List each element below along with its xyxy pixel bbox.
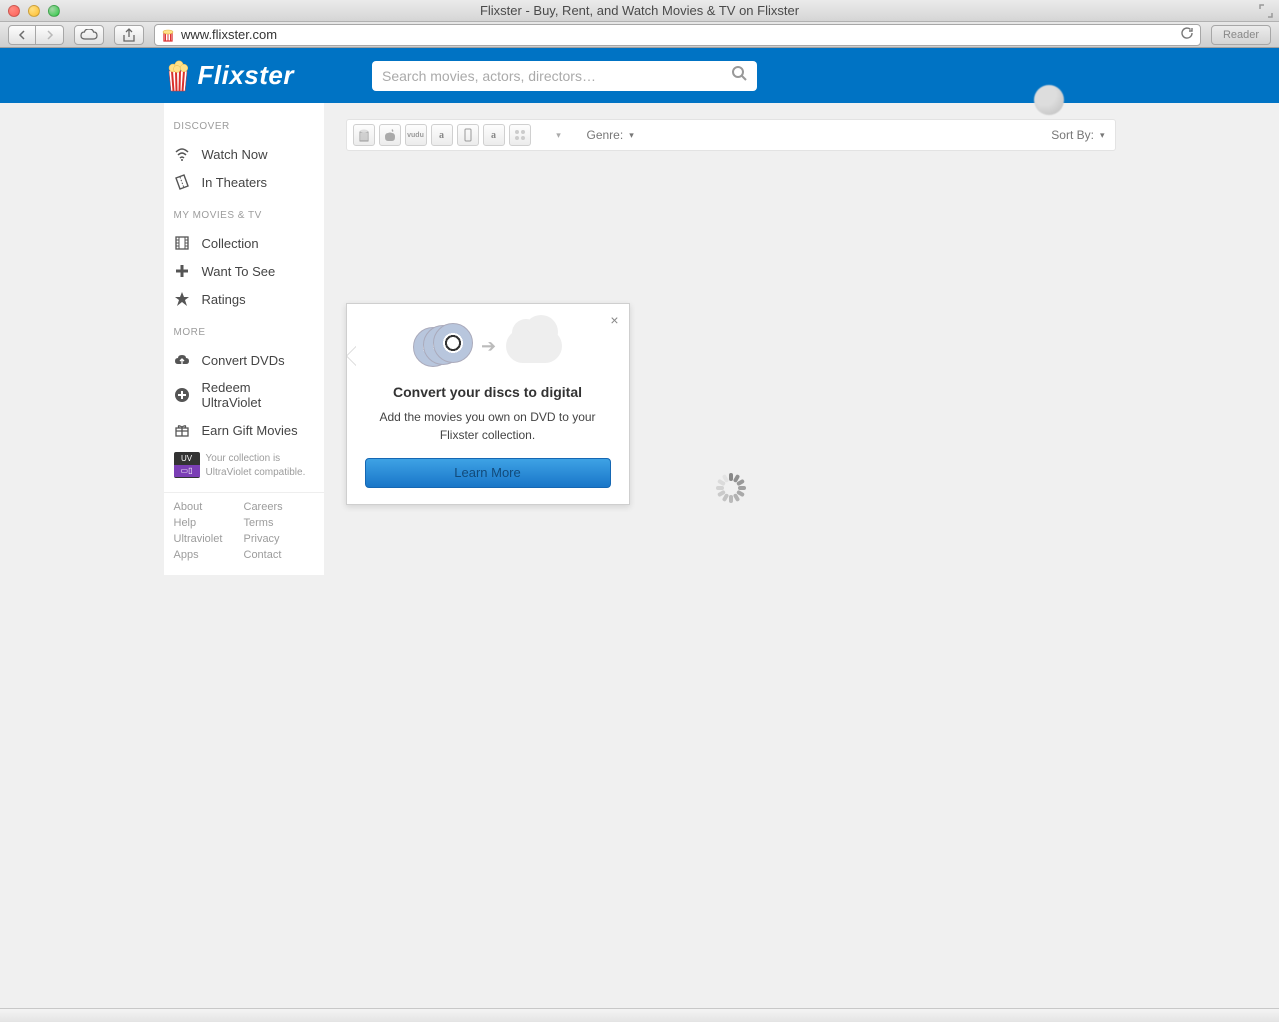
site-header: Flixster	[0, 48, 1279, 103]
search-box[interactable]	[372, 61, 757, 91]
sidebar-item-convert-dvds[interactable]: Convert DVDs	[164, 346, 324, 374]
favicon-icon	[161, 28, 175, 42]
sidebar-item-redeem-uv[interactable]: Redeem UltraViolet	[164, 374, 324, 416]
share-button[interactable]	[114, 25, 144, 45]
sidebar-item-earn-gift[interactable]: Earn Gift Movies	[164, 416, 324, 444]
footer-link-terms[interactable]: Terms	[244, 517, 314, 529]
browser-toolbar: www.flixster.com Reader	[0, 22, 1279, 48]
provider-amazon-button[interactable]: a	[431, 124, 453, 146]
footer-link-ultraviolet[interactable]: Ultraviolet	[174, 533, 244, 545]
sidebar-item-watch-now[interactable]: Watch Now	[164, 140, 324, 168]
gift-icon	[174, 422, 190, 438]
sidebar-footer: About Help Ultraviolet Apps Careers Term…	[164, 492, 324, 561]
footer-link-privacy[interactable]: Privacy	[244, 533, 314, 545]
browser-bottom-bar	[0, 1008, 1279, 1022]
filter-bar: vudu a a ▾ Genre: ▾ Sort By: ▾	[346, 119, 1116, 151]
uv-note-line2: UltraViolet compatible.	[206, 467, 306, 478]
sidebar-item-ratings[interactable]: Ratings	[164, 285, 324, 313]
footer-link-about[interactable]: About	[174, 501, 244, 513]
window-minimize-button[interactable]	[28, 5, 40, 17]
provider-dropdown[interactable]: ▾	[545, 124, 573, 146]
sidebar-section-discover: DISCOVER	[164, 121, 324, 140]
popover-illustration: ➔	[365, 318, 611, 374]
provider-itunes-button[interactable]	[379, 124, 401, 146]
uv-compat-note: UV ▭▯ Your collection is UltraViolet com…	[164, 444, 324, 492]
sortby-label: Sort By:	[1051, 128, 1094, 142]
wifi-icon	[174, 146, 190, 162]
uv-badge-icon: UV ▭▯	[174, 452, 200, 478]
convert-dvds-popover: × ➔ Convert your discs to digital Add th…	[346, 303, 630, 505]
sidebar-item-label: Convert DVDs	[202, 353, 285, 368]
footer-link-contact[interactable]: Contact	[244, 549, 314, 561]
learn-more-button[interactable]: Learn More	[365, 458, 611, 488]
film-icon	[174, 235, 190, 251]
sidebar-item-label: Earn Gift Movies	[202, 423, 298, 438]
plus-icon	[174, 263, 190, 279]
sidebar-item-label: Redeem UltraViolet	[202, 380, 314, 410]
footer-link-apps[interactable]: Apps	[174, 549, 244, 561]
loading-spinner-icon	[716, 473, 746, 503]
provider-fandango-button[interactable]	[509, 124, 531, 146]
discs-icon	[413, 323, 471, 369]
window-titlebar: Flixster - Buy, Rent, and Watch Movies &…	[0, 0, 1279, 22]
footer-link-careers[interactable]: Careers	[244, 501, 314, 513]
sidebar-item-label: Watch Now	[202, 147, 268, 162]
ticket-icon	[174, 174, 190, 190]
sidebar-item-want-to-see[interactable]: Want To See	[164, 257, 324, 285]
chevron-down-icon: ▾	[629, 130, 634, 141]
fullscreen-icon[interactable]	[1259, 4, 1273, 18]
footer-link-help[interactable]: Help	[174, 517, 244, 529]
star-icon	[174, 291, 190, 307]
popcorn-icon	[164, 59, 192, 93]
brand-text: Flixster	[198, 60, 295, 91]
sidebar-section-more: MORE	[164, 327, 324, 346]
back-button[interactable]	[8, 25, 36, 45]
forward-button[interactable]	[36, 25, 64, 45]
popover-body: Add the movies you own on DVD to your Fl…	[365, 408, 611, 444]
window-close-button[interactable]	[8, 5, 20, 17]
sidebar: DISCOVER Watch Now In Theaters MY MOVIES…	[164, 103, 324, 575]
provider-amazon2-button[interactable]: a	[483, 124, 505, 146]
sidebar-item-in-theaters[interactable]: In Theaters	[164, 168, 324, 196]
window-zoom-button[interactable]	[48, 5, 60, 17]
uv-note-line1: Your collection is	[206, 453, 281, 464]
reload-button[interactable]	[1180, 26, 1194, 43]
site-logo[interactable]: Flixster	[164, 59, 295, 93]
arrow-right-icon: ➔	[481, 336, 496, 357]
page-content: Flixster DISCOVER Watch Now In Theaters	[0, 48, 1279, 1022]
sortby-dropdown[interactable]: Sort By: ▾	[1051, 128, 1104, 142]
genre-dropdown[interactable]: Genre: ▾	[587, 128, 634, 142]
sidebar-item-label: Collection	[202, 236, 259, 251]
sidebar-item-label: In Theaters	[202, 175, 268, 190]
provider-flixster-button[interactable]	[353, 124, 375, 146]
cloud-icon	[506, 329, 562, 363]
user-avatar[interactable]	[1034, 85, 1064, 115]
sidebar-section-mymovies: MY MOVIES & TV	[164, 210, 324, 229]
popover-close-button[interactable]: ×	[610, 312, 618, 328]
reader-button[interactable]: Reader	[1211, 25, 1271, 45]
search-icon[interactable]	[731, 65, 747, 86]
provider-redbox-button[interactable]	[457, 124, 479, 146]
main-area: vudu a a ▾ Genre: ▾ Sort By: ▾ ×	[346, 103, 1116, 151]
sidebar-item-collection[interactable]: Collection	[164, 229, 324, 257]
cloud-up-icon	[174, 352, 190, 368]
sidebar-item-label: Want To See	[202, 264, 276, 279]
search-input[interactable]	[382, 68, 731, 84]
learn-more-label: Learn More	[454, 465, 520, 480]
chevron-down-icon: ▾	[1100, 130, 1105, 141]
popover-heading: Convert your discs to digital	[365, 384, 611, 400]
provider-vudu-button[interactable]: vudu	[405, 124, 427, 146]
genre-label: Genre:	[587, 128, 624, 142]
circle-plus-icon	[174, 387, 190, 403]
icloud-tabs-button[interactable]	[74, 25, 104, 45]
reader-label: Reader	[1223, 29, 1259, 41]
sidebar-item-label: Ratings	[202, 292, 246, 307]
url-text: www.flixster.com	[181, 27, 277, 42]
window-title: Flixster - Buy, Rent, and Watch Movies &…	[0, 3, 1279, 18]
url-bar[interactable]: www.flixster.com	[154, 24, 1201, 46]
